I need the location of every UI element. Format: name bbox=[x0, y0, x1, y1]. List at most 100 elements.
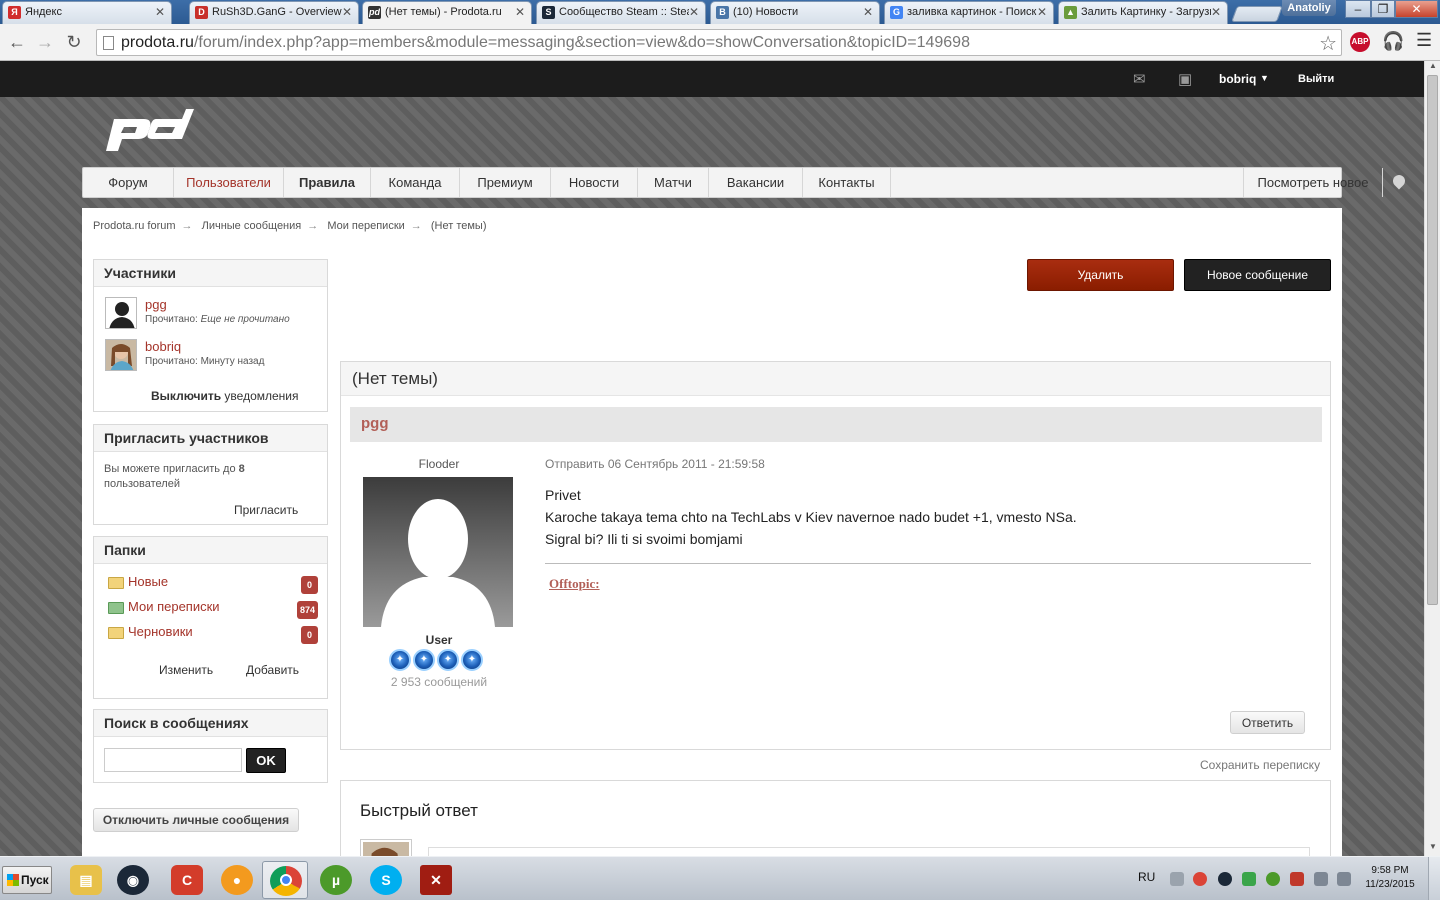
offtopic-link[interactable]: Offtopic: bbox=[549, 576, 600, 592]
chevron-down-icon[interactable]: ▼ bbox=[1260, 73, 1269, 83]
signature-divider bbox=[545, 563, 1311, 564]
forward-arrow-icon[interactable]: → bbox=[34, 32, 56, 52]
new-message-button[interactable]: Новое сообщение bbox=[1184, 259, 1331, 291]
logout-link[interactable]: Выйти bbox=[1298, 73, 1334, 85]
scroll-down-icon[interactable]: ▼ bbox=[1425, 842, 1440, 856]
invite-button[interactable]: Пригласить bbox=[234, 503, 298, 517]
taskbar-dota2[interactable]: ✕ bbox=[413, 861, 459, 899]
tray-antivirus-icon[interactable] bbox=[1290, 872, 1304, 886]
browser-tab[interactable]: ▲ Залить Картинку - Загрузка ✕ bbox=[1058, 1, 1228, 24]
nav-forum[interactable]: Форум bbox=[83, 168, 174, 197]
tray-utorrent-icon[interactable] bbox=[1266, 872, 1280, 886]
folder-new[interactable]: Новые 0 bbox=[108, 574, 318, 594]
add-folder-link[interactable]: Добавить bbox=[246, 663, 299, 677]
tray-network-icon[interactable] bbox=[1314, 872, 1328, 886]
tray-steam-icon[interactable] bbox=[1218, 872, 1232, 886]
nav-contacts[interactable]: Контакты bbox=[803, 168, 891, 197]
username[interactable]: bobriq bbox=[1219, 72, 1256, 86]
browser-menu-icon[interactable]: ☰ bbox=[1416, 30, 1432, 51]
breadcrumb-item[interactable]: Prodota.ru forum bbox=[93, 220, 176, 232]
browser-tab[interactable]: G заливка картинок - Поиск ✕ bbox=[884, 1, 1054, 24]
reply-button[interactable]: Ответить bbox=[1230, 711, 1305, 734]
nav-team[interactable]: Команда bbox=[371, 168, 460, 197]
envelope-icon[interactable]: ✉ bbox=[1133, 70, 1146, 88]
scroll-up-icon[interactable]: ▲ bbox=[1425, 61, 1440, 75]
close-window-button[interactable]: ✕ bbox=[1395, 0, 1438, 18]
nav-vacancies[interactable]: Вакансии bbox=[709, 168, 803, 197]
back-arrow-icon[interactable]: ← bbox=[6, 32, 28, 52]
taskbar-ccleaner[interactable]: C bbox=[164, 861, 210, 899]
close-icon[interactable]: ✕ bbox=[863, 5, 873, 19]
participant-name[interactable]: bobriq bbox=[145, 339, 181, 354]
close-icon[interactable]: ✕ bbox=[155, 5, 165, 19]
browser-tab[interactable]: D RuSh3D.GanG - Overview ✕ bbox=[189, 1, 359, 24]
page-scrollbar[interactable]: ▲ ▼ bbox=[1424, 61, 1440, 856]
taskbar-utorrent[interactable]: µ bbox=[313, 861, 359, 899]
participant-name[interactable]: pgg bbox=[145, 297, 167, 312]
folder-name[interactable]: Черновики bbox=[128, 624, 193, 639]
headphones-extension-icon[interactable]: 🎧 bbox=[1382, 31, 1404, 52]
minimize-button[interactable]: – bbox=[1345, 0, 1371, 18]
tray-app-icon[interactable] bbox=[1242, 872, 1256, 886]
taskbar-steam[interactable]: ◉ bbox=[110, 861, 156, 899]
browser-tab[interactable]: Я Яндекс ✕ bbox=[2, 1, 172, 24]
scrollbar-thumb[interactable] bbox=[1427, 75, 1438, 605]
breadcrumb-item[interactable]: Личные сообщения bbox=[202, 220, 302, 232]
browser-tab-active[interactable]: pd (Нет темы) - Prodota.ru ✕ bbox=[362, 1, 532, 24]
post-author[interactable]: pgg bbox=[350, 407, 1322, 442]
taskbar-app[interactable]: ● bbox=[214, 861, 260, 899]
save-conversation-link[interactable]: Сохранить переписку bbox=[1200, 758, 1320, 772]
prodota-logo[interactable] bbox=[104, 109, 194, 155]
nav-users[interactable]: Пользователи bbox=[174, 168, 284, 197]
maximize-button[interactable]: ❐ bbox=[1371, 0, 1395, 18]
adblock-plus-icon[interactable]: ABP bbox=[1350, 32, 1370, 52]
quick-reply-editor[interactable] bbox=[428, 847, 1310, 856]
edit-folders-link[interactable]: Изменить bbox=[159, 663, 213, 677]
tray-chrome-icon[interactable] bbox=[1193, 872, 1207, 886]
disable-pm-button[interactable]: Отключить личные сообщения bbox=[93, 808, 299, 832]
tray-flag-icon[interactable] bbox=[1170, 872, 1184, 886]
close-icon[interactable]: ✕ bbox=[689, 5, 699, 19]
folder-name[interactable]: Мои переписки bbox=[128, 599, 220, 614]
show-desktop-button[interactable] bbox=[1428, 857, 1440, 900]
read-status: Прочитано: Еще не прочитано bbox=[145, 314, 290, 325]
nav-matches[interactable]: Матчи bbox=[638, 168, 709, 197]
search-ok-button[interactable]: OK bbox=[246, 748, 286, 773]
new-tab-button[interactable] bbox=[1231, 6, 1283, 22]
notifications-icon[interactable]: ▣ bbox=[1178, 70, 1192, 88]
bookmark-star-icon[interactable]: ☆ bbox=[1319, 31, 1337, 56]
folder-my-conversations[interactable]: Мои переписки 874 bbox=[108, 599, 318, 619]
address-bar[interactable]: prodota.ru/forum/index.php?app=members&m… bbox=[96, 29, 1342, 56]
avatar[interactable] bbox=[360, 839, 412, 856]
notifications-toggle[interactable]: Выключить уведомления bbox=[151, 389, 299, 403]
close-icon[interactable]: ✕ bbox=[515, 5, 525, 19]
profile-name[interactable]: Anatoliy bbox=[1282, 0, 1336, 16]
browser-tab[interactable]: В (10) Новости ✕ bbox=[710, 1, 880, 24]
nav-rules[interactable]: Правила bbox=[284, 168, 371, 197]
taskbar-explorer[interactable]: ▤ bbox=[63, 861, 109, 899]
nav-news[interactable]: Новости bbox=[551, 168, 638, 197]
browser-tab[interactable]: S Сообщество Steam :: Steam ✕ bbox=[536, 1, 706, 24]
reload-icon[interactable]: ↻ bbox=[63, 32, 85, 52]
breadcrumb-item[interactable]: Мои переписки bbox=[327, 220, 404, 232]
start-button[interactable]: Пуск bbox=[2, 866, 52, 894]
avatar[interactable] bbox=[105, 339, 137, 371]
url-text[interactable]: prodota.ru/forum/index.php?app=members&m… bbox=[121, 34, 970, 52]
view-new-content-link[interactable]: Посмотреть новое bbox=[1243, 168, 1383, 197]
tray-volume-icon[interactable] bbox=[1337, 872, 1351, 886]
folder-drafts[interactable]: Черновики 0 bbox=[108, 624, 318, 644]
taskbar-skype[interactable]: S bbox=[363, 861, 409, 899]
search-input[interactable] bbox=[104, 748, 242, 772]
avatar[interactable] bbox=[105, 297, 137, 329]
close-icon[interactable]: ✕ bbox=[1211, 5, 1221, 19]
close-icon[interactable]: ✕ bbox=[1037, 5, 1047, 19]
author-avatar[interactable] bbox=[363, 477, 513, 627]
folder-name[interactable]: Новые bbox=[128, 574, 168, 589]
location-pin-icon[interactable] bbox=[1390, 172, 1408, 190]
taskbar-clock[interactable]: 9:58 PM 11/23/2015 bbox=[1360, 864, 1420, 892]
delete-button[interactable]: Удалить bbox=[1027, 259, 1174, 291]
language-indicator[interactable]: RU bbox=[1138, 870, 1155, 884]
taskbar-chrome[interactable] bbox=[262, 861, 308, 899]
close-icon[interactable]: ✕ bbox=[342, 5, 352, 19]
nav-premium[interactable]: Премиум bbox=[460, 168, 551, 197]
